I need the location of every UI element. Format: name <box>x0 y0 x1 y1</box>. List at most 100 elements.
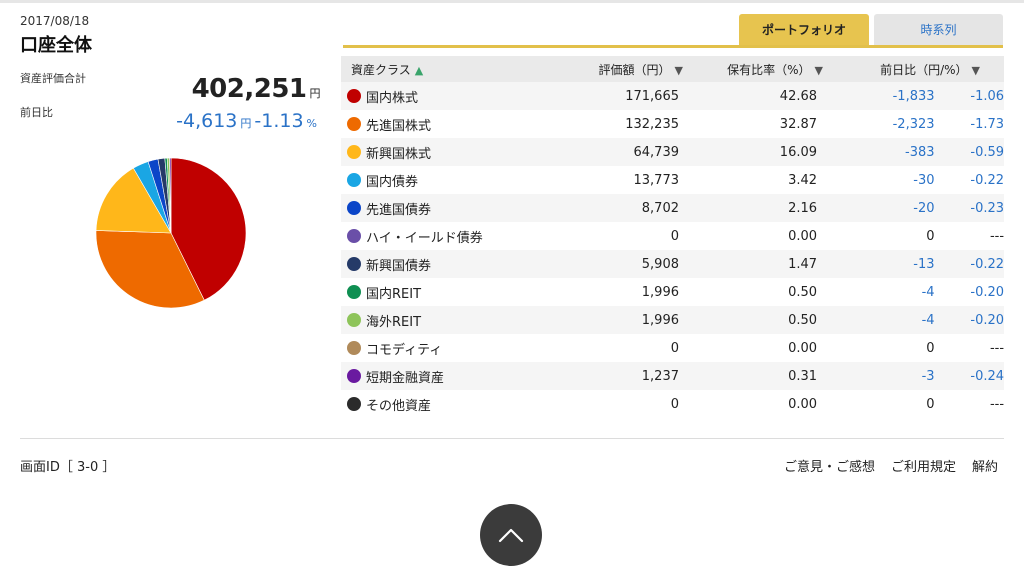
valuation-label: 資産評価合計 <box>20 70 86 86</box>
evaluation-cell: 5,908 <box>554 257 679 272</box>
diff-yen-cell: -30 <box>838 173 935 188</box>
evaluation-cell: 0 <box>554 229 679 244</box>
ratio-cell: 0.31 <box>679 369 838 384</box>
ratio-cell: 0.00 <box>679 341 838 356</box>
table-row: その他資産00.000--- <box>341 390 1004 418</box>
asset-class-cell: 国内REIT <box>341 283 554 302</box>
diff-yen-cell: -4 <box>838 285 935 300</box>
table-row: 新興国債券5,9081.47-13-0.22 <box>341 250 1004 278</box>
diff-yen-cell: -20 <box>838 201 935 216</box>
asset-class-cell: 先進国債券 <box>341 199 554 218</box>
day-change: -4,613円-1.13% <box>176 110 320 132</box>
asset-class-name: 新興国債券 <box>366 255 431 274</box>
tab-timeseries[interactable]: 時系列 <box>874 14 1003 45</box>
change-pct: -1.13 <box>254 110 303 132</box>
diff-pct-cell: -1.73 <box>935 117 1004 132</box>
legend-dot-icon <box>347 117 361 131</box>
allocation-pie-chart <box>95 157 247 309</box>
terms-link[interactable]: ご利用規定 <box>891 456 956 475</box>
diff-yen-cell: -13 <box>838 257 935 272</box>
ratio-cell: 2.16 <box>679 201 838 216</box>
evaluation-cell: 64,739 <box>554 145 679 160</box>
asset-class-cell: コモディティ <box>341 339 554 358</box>
ratio-cell: 1.47 <box>679 257 838 272</box>
diff-yen-cell: 0 <box>838 229 935 244</box>
cancel-link[interactable]: 解約 <box>972 456 998 475</box>
ratio-cell: 0.00 <box>679 397 838 412</box>
diff-yen-cell: 0 <box>838 341 935 356</box>
table-row: 国内株式171,66542.68-1,833-1.06 <box>341 82 1004 110</box>
diff-yen-cell: 0 <box>838 397 935 412</box>
change-yen-unit: 円 <box>240 117 251 130</box>
legend-dot-icon <box>347 257 361 271</box>
evaluation-cell: 8,702 <box>554 201 679 216</box>
asset-class-cell: 新興国債券 <box>341 255 554 274</box>
asset-class-cell: 国内株式 <box>341 87 554 106</box>
valuation-unit: 円 <box>310 87 321 100</box>
asset-class-name: 国内REIT <box>366 283 421 302</box>
diff-yen-cell: -2,323 <box>838 117 935 132</box>
asset-class-cell: その他資産 <box>341 395 554 414</box>
account-summary: 2017/08/18 口座全体 資産評価合計 前日比 402,251円 -4,6… <box>20 14 330 57</box>
valuation-value: 402,251 <box>192 74 307 104</box>
sort-desc-icon: ▼ <box>972 64 980 77</box>
diff-yen-cell: -383 <box>838 145 935 160</box>
asset-class-name: 短期金融資産 <box>366 367 444 386</box>
asset-class-cell: ハイ・イールド債券 <box>341 227 554 246</box>
ratio-cell: 42.68 <box>679 89 838 104</box>
ratio-cell: 32.87 <box>679 117 838 132</box>
top-border <box>0 0 1024 3</box>
evaluation-cell: 132,235 <box>554 117 679 132</box>
asset-class-cell: 新興国株式 <box>341 143 554 162</box>
diff-yen-cell: -1,833 <box>838 89 935 104</box>
evaluation-cell: 1,996 <box>554 285 679 300</box>
evaluation-cell: 1,237 <box>554 369 679 384</box>
chevron-up-icon <box>498 527 524 543</box>
sort-desc-icon: ▼ <box>815 64 823 77</box>
tab-portfolio[interactable]: ポートフォリオ <box>739 14 869 45</box>
table-row: ハイ・イールド債券00.000--- <box>341 222 1004 250</box>
legend-dot-icon <box>347 145 361 159</box>
table-body: 国内株式171,66542.68-1,833-1.06先進国株式132,2353… <box>341 82 1004 418</box>
header-diff[interactable]: 前日比（円/%）▼ <box>837 61 1004 78</box>
table-row: 先進国株式132,23532.87-2,323-1.73 <box>341 110 1004 138</box>
header-ratio[interactable]: 保有比率（%）▼ <box>697 61 837 78</box>
asset-class-cell: 短期金融資産 <box>341 367 554 386</box>
diff-pct-cell: -0.23 <box>935 201 1004 216</box>
table-row: 国内債券13,7733.42-30-0.22 <box>341 166 1004 194</box>
view-tabs: ポートフォリオ 時系列 <box>343 14 1003 48</box>
asset-class-name: 新興国株式 <box>366 143 431 162</box>
diff-pct-cell: -0.24 <box>935 369 1004 384</box>
change-yen: -4,613 <box>176 110 237 132</box>
page-title: 口座全体 <box>20 31 330 57</box>
footer-links: ご意見・ご感想 ご利用規定 解約 <box>784 456 998 475</box>
asset-class-cell: 海外REIT <box>341 311 554 330</box>
asset-class-name: 国内債券 <box>366 171 418 190</box>
summary-date: 2017/08/18 <box>20 14 330 28</box>
evaluation-cell: 13,773 <box>554 173 679 188</box>
diff-pct-cell: -0.20 <box>935 285 1004 300</box>
table-header: 資産クラス▲ 評価額（円）▼ 保有比率（%）▼ 前日比（円/%）▼ <box>341 56 1004 82</box>
header-evaluation[interactable]: 評価額（円）▼ <box>561 61 697 78</box>
diff-pct-cell: -0.59 <box>935 145 1004 160</box>
ratio-cell: 0.50 <box>679 285 838 300</box>
feedback-link[interactable]: ご意見・ご感想 <box>784 456 875 475</box>
evaluation-cell: 0 <box>554 397 679 412</box>
screen-id: 画面ID［ 3-0 ］ <box>20 456 115 475</box>
table-row: コモディティ00.000--- <box>341 334 1004 362</box>
legend-dot-icon <box>347 229 361 243</box>
scroll-to-top-button[interactable] <box>480 504 542 566</box>
legend-dot-icon <box>347 285 361 299</box>
header-asset-class[interactable]: 資産クラス▲ <box>341 61 561 78</box>
diff-pct-cell: -0.22 <box>935 173 1004 188</box>
legend-dot-icon <box>347 369 361 383</box>
diff-pct-cell: --- <box>935 229 1004 244</box>
ratio-cell: 0.50 <box>679 313 838 328</box>
evaluation-cell: 171,665 <box>554 89 679 104</box>
table-row: 先進国債券8,7022.16-20-0.23 <box>341 194 1004 222</box>
asset-class-cell: 先進国株式 <box>341 115 554 134</box>
legend-dot-icon <box>347 341 361 355</box>
asset-class-name: ハイ・イールド債券 <box>366 227 483 246</box>
diff-yen-cell: -3 <box>838 369 935 384</box>
change-label: 前日比 <box>20 104 53 120</box>
